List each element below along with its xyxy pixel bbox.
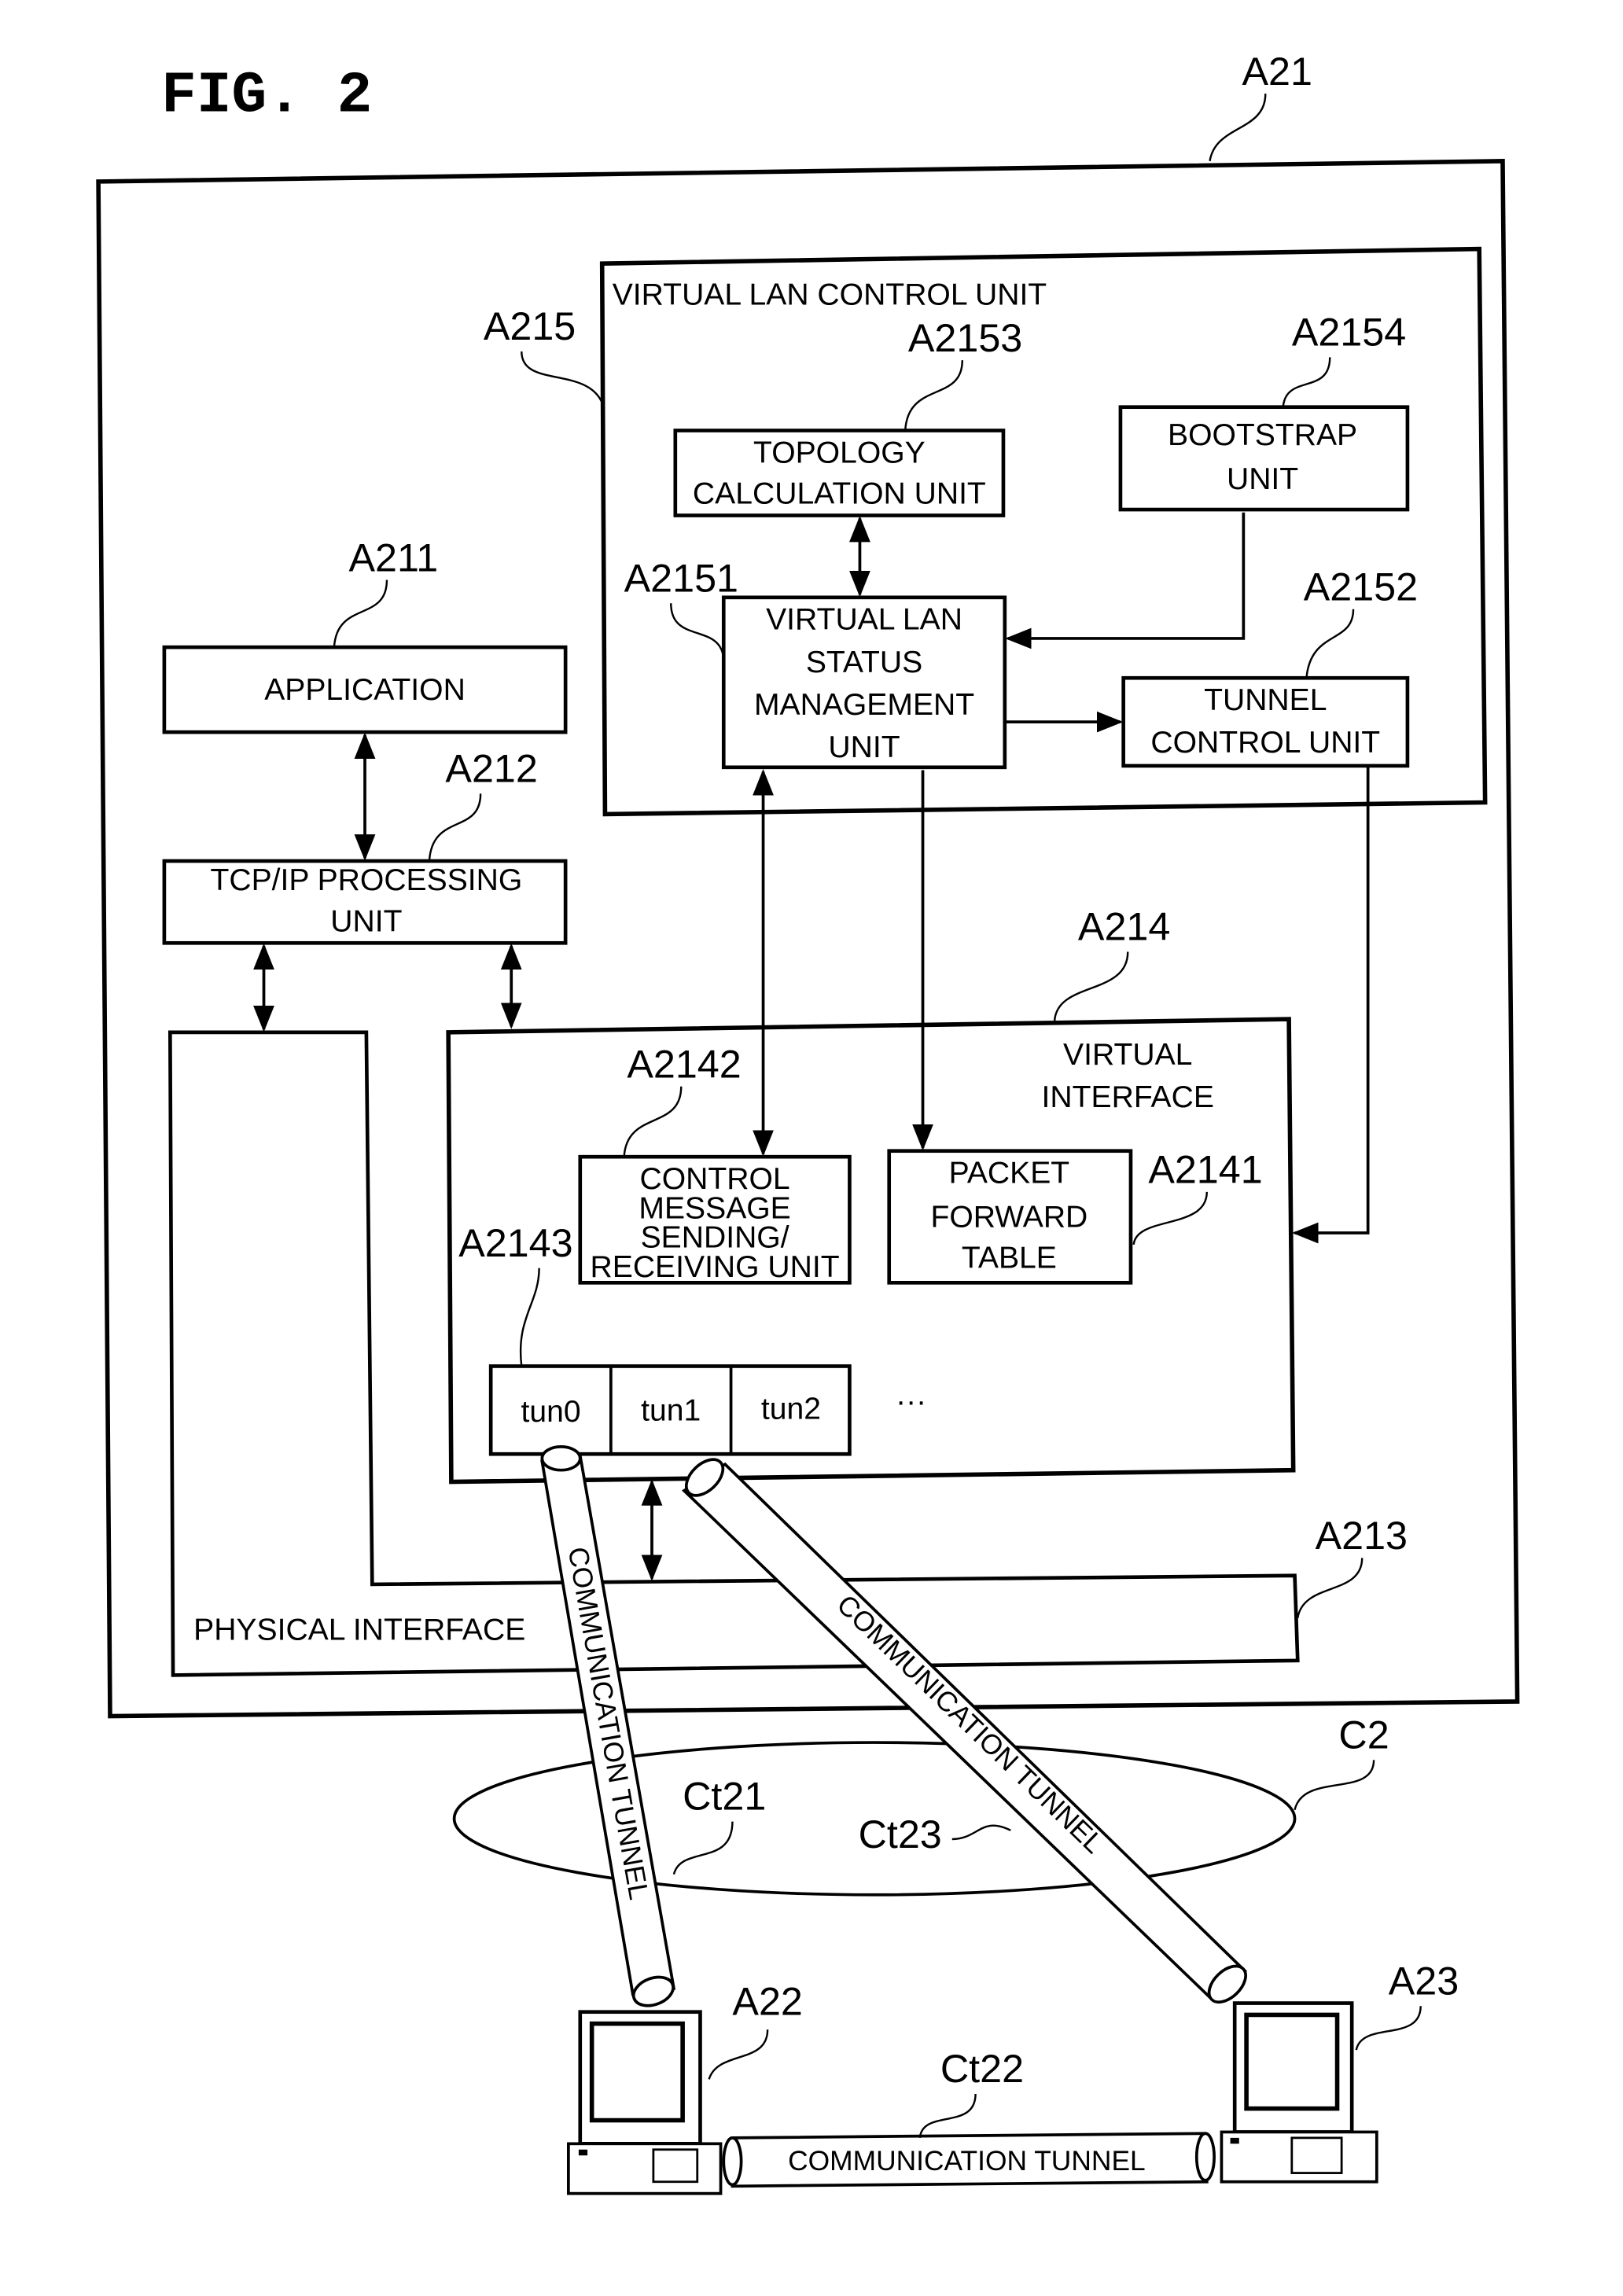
ref-a215: A215 bbox=[484, 304, 576, 348]
ct22-label: COMMUNICATION TUNNEL bbox=[788, 2146, 1146, 2176]
leader-a23 bbox=[1355, 2006, 1422, 2051]
packet-forward-line1: PACKET bbox=[949, 1157, 1070, 1190]
tunnel-ellipsis: ··· bbox=[896, 1385, 926, 1418]
bootstrap-line2: UNIT bbox=[1227, 462, 1298, 496]
leader-ct23 bbox=[951, 1824, 1011, 1841]
ref-a23: A23 bbox=[1389, 1958, 1459, 2003]
virtual-interface-line1: VIRTUAL bbox=[1063, 1038, 1192, 1072]
leader-c2 bbox=[1294, 1760, 1375, 1811]
topology-line2: CALCULATION UNIT bbox=[693, 477, 986, 511]
application-label: APPLICATION bbox=[264, 673, 466, 707]
ref-c2: C2 bbox=[1338, 1713, 1389, 1757]
ref-a212: A212 bbox=[445, 745, 537, 790]
tunnel-control-line2: CONTROL UNIT bbox=[1150, 726, 1380, 760]
ref-a2151: A2151 bbox=[624, 555, 738, 600]
control-message-line4: RECEIVING UNIT bbox=[591, 1250, 840, 1284]
ref-a22: A22 bbox=[732, 1978, 802, 2023]
fig2-diagram: FIG. 2 A21 VIRTUAL LAN CONTROL UNIT A215… bbox=[96, 49, 1520, 2195]
ref-a2141: A2141 bbox=[1148, 1147, 1262, 1192]
ref-a21: A21 bbox=[1242, 49, 1312, 94]
tun0-label: tun0 bbox=[521, 1395, 580, 1429]
leader-ct21 bbox=[672, 1821, 734, 1875]
virtual-interface-line2: INTERFACE bbox=[1042, 1080, 1214, 1114]
ref-ct22: Ct22 bbox=[940, 2046, 1024, 2091]
leader-a22 bbox=[708, 2029, 769, 2080]
vlan-status-line3: MANAGEMENT bbox=[754, 688, 974, 722]
communication-tunnel-ct22: COMMUNICATION TUNNEL bbox=[722, 2132, 1216, 2188]
tun2-label: tun2 bbox=[761, 1393, 821, 1426]
ref-a214: A214 bbox=[1078, 904, 1170, 949]
vlan-status-line1: VIRTUAL LAN bbox=[766, 603, 962, 637]
ref-a2142: A2142 bbox=[627, 1042, 741, 1087]
ref-a2154: A2154 bbox=[1292, 309, 1406, 354]
leader-a21 bbox=[1209, 94, 1267, 162]
ref-a2152: A2152 bbox=[1304, 565, 1418, 609]
leader-ct22 bbox=[918, 2094, 977, 2139]
ref-a2153: A2153 bbox=[908, 315, 1022, 360]
ref-ct23: Ct23 bbox=[859, 1812, 942, 1856]
computer-a22-icon bbox=[567, 2010, 723, 2195]
tun1-label: tun1 bbox=[641, 1393, 701, 1427]
ref-a213: A213 bbox=[1316, 1513, 1408, 1558]
virtual-lan-control-unit-label: VIRTUAL LAN CONTROL UNIT bbox=[613, 278, 1047, 311]
vlan-status-line4: UNIT bbox=[828, 730, 900, 764]
ref-a211: A211 bbox=[349, 535, 439, 580]
packet-forward-line3: TABLE bbox=[962, 1242, 1057, 1275]
computer-a23-icon bbox=[1220, 2001, 1378, 2184]
ref-a2143: A2143 bbox=[458, 1220, 572, 1265]
tcpip-line2: UNIT bbox=[330, 904, 402, 938]
physical-interface-label: PHYSICAL INTERFACE bbox=[193, 1613, 525, 1647]
figure-title: FIG. 2 bbox=[161, 64, 372, 130]
ref-ct21: Ct21 bbox=[683, 1774, 766, 1819]
tunnel-control-line1: TUNNEL bbox=[1204, 683, 1327, 717]
packet-forward-line2: FORWARD bbox=[930, 1201, 1088, 1234]
topology-line1: TOPOLOGY bbox=[753, 436, 926, 469]
vlan-status-line2: STATUS bbox=[806, 646, 922, 679]
tcpip-line1: TCP/IP PROCESSING bbox=[210, 863, 522, 897]
bootstrap-line1: BOOTSTRAP bbox=[1168, 418, 1357, 452]
